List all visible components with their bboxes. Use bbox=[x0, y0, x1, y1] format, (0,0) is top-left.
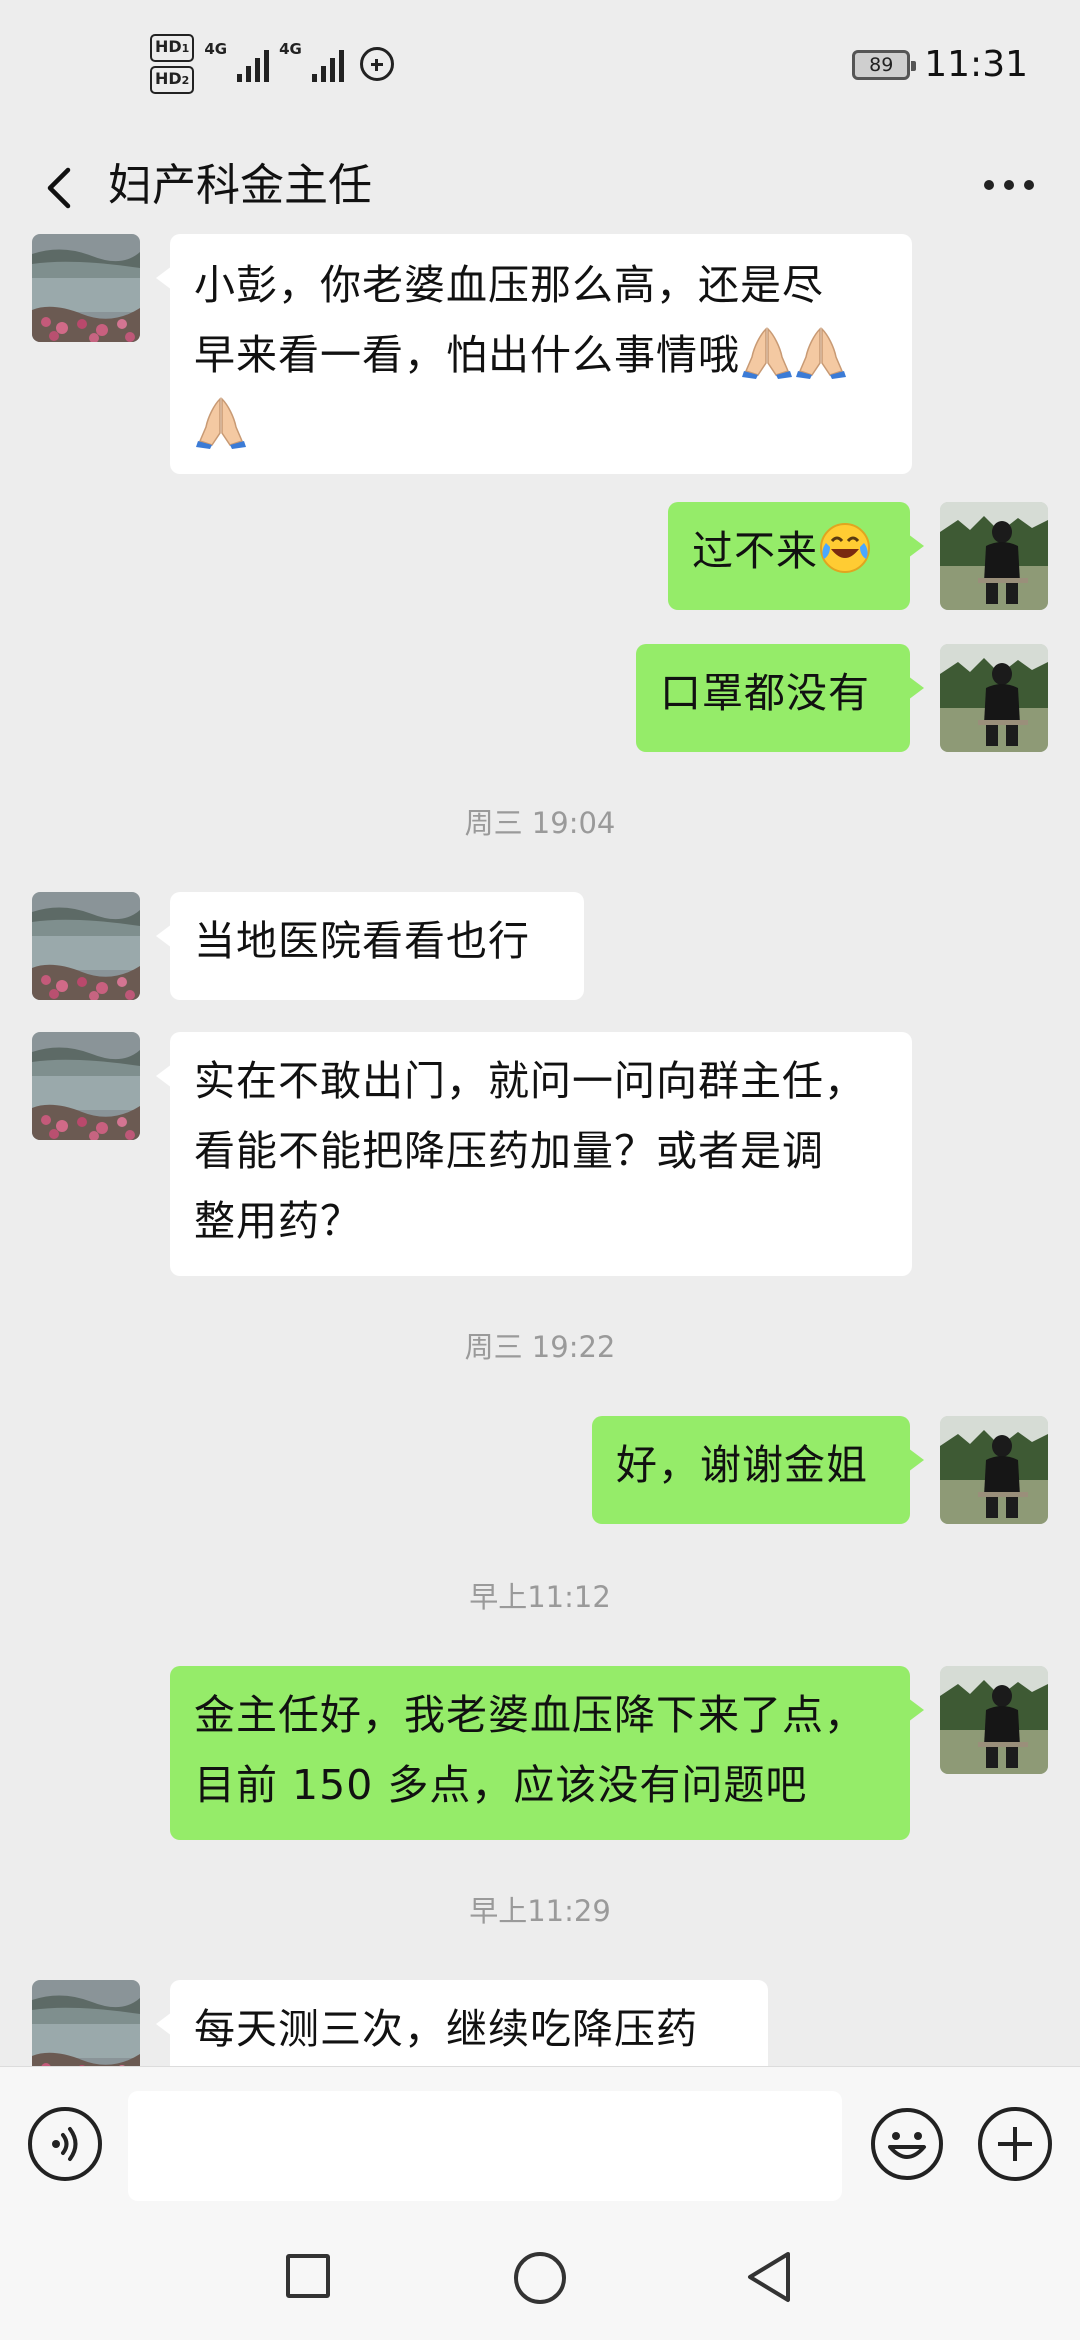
my-avatar[interactable] bbox=[940, 502, 1048, 610]
message-bubble-outgoing[interactable]: 金主任好，我老婆血压降下来了点， 目前 150 多点，应该没有问题吧 bbox=[170, 1666, 924, 1840]
my-avatar[interactable] bbox=[940, 1666, 1048, 1774]
message-text: 每天测三次，继续吃降压药 bbox=[194, 2005, 698, 2053]
hd-badge-1: HD1 bbox=[150, 34, 195, 62]
chevron-left-icon[interactable] bbox=[40, 166, 80, 210]
message-bubble-outgoing[interactable]: 口罩都没有 bbox=[636, 644, 924, 752]
status-bar: HD1 HD2 4G 4G 89 11:31 bbox=[0, 0, 1080, 132]
voice-icon[interactable] bbox=[28, 2107, 102, 2181]
message-bubble-outgoing[interactable]: 过不来 bbox=[668, 502, 924, 610]
pray-emoji-icon bbox=[740, 325, 794, 379]
my-avatar[interactable] bbox=[940, 1416, 1048, 1524]
network-type-2: 4G bbox=[279, 40, 302, 58]
battery-icon: 89 bbox=[852, 49, 917, 80]
chat-header: 妇产科金主任 bbox=[0, 132, 1080, 242]
contact-avatar[interactable] bbox=[32, 234, 140, 342]
message-bubble-incoming[interactable]: 小彭，你老婆血压那么高，还是尽 早来看一看，怕出什么事情哦 bbox=[156, 234, 912, 474]
hd-badge-2: HD2 bbox=[150, 66, 195, 94]
message-text: 实在不敢出门，就问一问向群主任， bbox=[194, 1057, 866, 1105]
system-nav-bar bbox=[0, 2226, 1080, 2340]
message-text: 当地医院看看也行 bbox=[194, 917, 530, 965]
pray-emoji-icon bbox=[794, 325, 848, 379]
contact-avatar[interactable] bbox=[32, 892, 140, 1000]
message-text: 小彭，你老婆血压那么高，还是尽 bbox=[194, 261, 824, 309]
pray-emoji-icon bbox=[194, 395, 248, 449]
laugh-cry-emoji-icon bbox=[818, 521, 872, 575]
message-input[interactable] bbox=[128, 2091, 842, 2201]
chat-title: 妇产科金主任 bbox=[108, 160, 372, 211]
signal-bars-icon bbox=[237, 46, 270, 82]
network-type-1: 4G bbox=[204, 40, 228, 58]
message-bubble-incoming[interactable]: 当地医院看看也行 bbox=[156, 892, 584, 1000]
timestamp: 周三 19:22 bbox=[464, 1330, 616, 1364]
message-text: 口罩都没有 bbox=[660, 669, 870, 717]
timestamp: 早上11:29 bbox=[469, 1894, 611, 1928]
message-bubble-incoming[interactable]: 实在不敢出门，就问一问向群主任， 看能不能把降压药加量？或者是调 整用药？ bbox=[156, 1032, 912, 1276]
my-avatar[interactable] bbox=[940, 644, 1048, 752]
message-list[interactable]: 小彭，你老婆血压那么高，还是尽 早来看一看，怕出什么事情哦 过不来 口罩都没有 … bbox=[0, 230, 1080, 2066]
square-recents-icon[interactable] bbox=[286, 2254, 330, 2298]
message-text: 金主任好，我老婆血压降下来了点， bbox=[194, 1691, 866, 1739]
timestamp: 周三 19:04 bbox=[464, 806, 616, 840]
message-text: 整用药？ bbox=[194, 1197, 362, 1245]
message-text: 看能不能把降压药加量？或者是调 bbox=[194, 1127, 824, 1175]
message-bubble-incoming[interactable]: 每天测三次，继续吃降压药 bbox=[156, 1980, 768, 2066]
message-bubble-outgoing[interactable]: 好，谢谢金姐 bbox=[592, 1416, 924, 1524]
status-time: 11:31 bbox=[924, 44, 1028, 85]
signal-bars-icon bbox=[311, 46, 344, 82]
message-text: 目前 150 多点，应该没有问题吧 bbox=[194, 1761, 808, 1809]
message-text: 早来看一看，怕出什么事情哦 bbox=[194, 331, 740, 379]
hotspot-icon bbox=[359, 47, 394, 81]
message-text: 好，谢谢金姐 bbox=[616, 1441, 868, 1489]
triangle-back-icon[interactable] bbox=[744, 2250, 794, 2304]
signal-group: HD1 HD2 4G 4G bbox=[150, 34, 394, 94]
more-dots-icon[interactable] bbox=[984, 170, 1040, 200]
plus-circle-icon[interactable] bbox=[978, 2107, 1052, 2181]
contact-avatar[interactable] bbox=[32, 1980, 140, 2066]
contact-avatar[interactable] bbox=[32, 1032, 140, 1140]
input-bar bbox=[0, 2066, 1080, 2226]
timestamp: 早上11:12 bbox=[469, 1580, 611, 1614]
emoji-smile-icon[interactable] bbox=[870, 2107, 944, 2181]
circle-home-icon[interactable] bbox=[514, 2252, 566, 2304]
message-text: 过不来 bbox=[692, 527, 818, 575]
